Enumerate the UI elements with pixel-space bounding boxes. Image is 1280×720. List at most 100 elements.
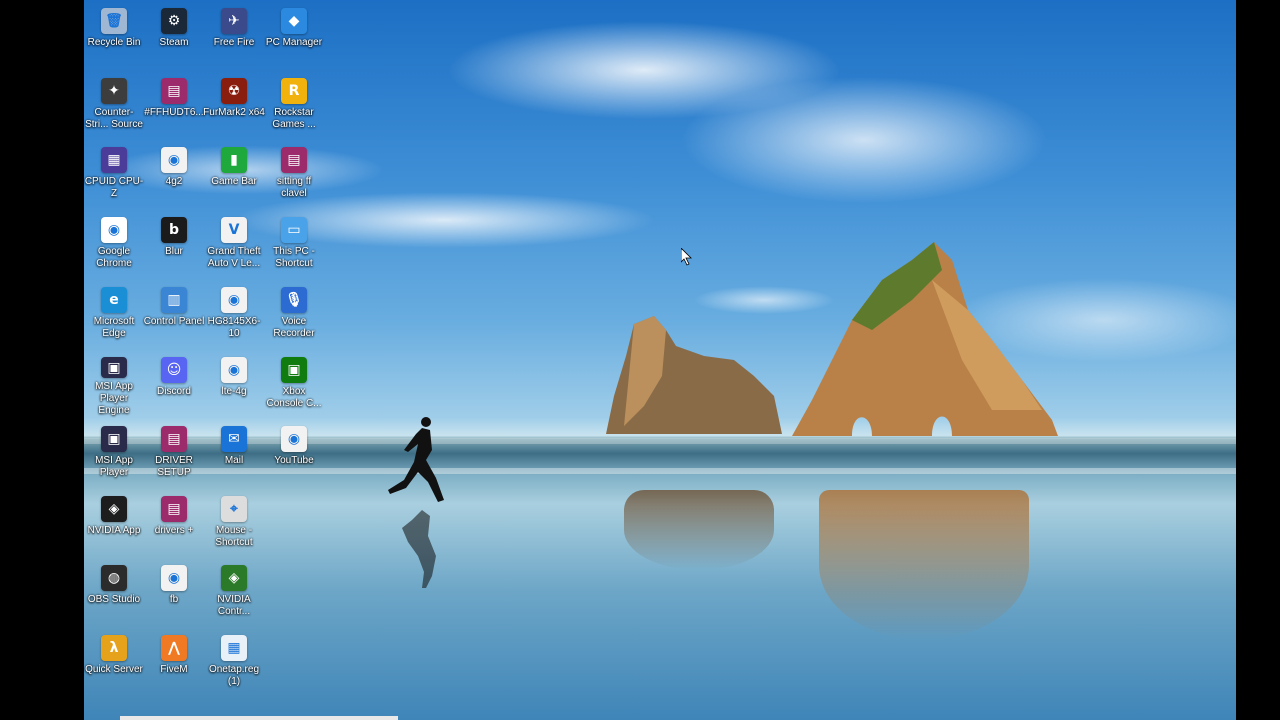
game-bar-icon: ▮ (221, 147, 247, 173)
desktop-icon[interactable]: e Microsoft Edge (83, 281, 145, 347)
desktop-icon-label: fb (169, 594, 179, 605)
desktop-icon[interactable]: ▦ CPUID CPU-Z (83, 141, 145, 207)
steam-icon: ⚙ (161, 8, 187, 34)
desktop-icon[interactable]: ▤ #FFHUDT6... (143, 72, 205, 138)
desktop-icon-label: Discord (157, 386, 191, 397)
nvidia-control-icon: ◈ (221, 565, 247, 591)
xbox-icon: ▣ (281, 357, 307, 383)
desktop-icon[interactable]: ◈ NVIDIA App (83, 490, 145, 556)
desktop-icon[interactable]: ▣ MSI App Player Engine (83, 351, 145, 417)
desktop-icon-label: Game Bar (211, 176, 257, 187)
fivem-icon: ⋀ (161, 635, 187, 661)
this-pc-icon: ▭ (281, 217, 307, 243)
desktop-icon[interactable]: ◉ Google Chrome (83, 211, 145, 277)
wallpaper-runner (388, 417, 444, 588)
mouse-cursor-icon (681, 248, 692, 266)
desktop-icon[interactable]: ▦ Onetap.reg (1) (203, 629, 265, 695)
desktop-icon[interactable]: ◉ lte-4g (203, 351, 265, 417)
desktop-icon[interactable]: ◉ YouTube (263, 420, 325, 486)
desktop-icon[interactable]: ☺ Discord (143, 351, 205, 417)
desktop-icon[interactable]: ⌖ Mouse - Shortcut (203, 490, 265, 556)
mouse-icon: ⌖ (221, 496, 247, 522)
desktop-icon[interactable]: ✉ Mail (203, 420, 265, 486)
taskbar-edge (120, 716, 398, 720)
desktop-icon[interactable]: R Rockstar Games ... (263, 72, 325, 138)
desktop-icon-label: Steam (159, 37, 189, 48)
desktop-icon[interactable]: 🗑 Recycle Bin (83, 2, 145, 68)
desktop-icon[interactable]: ☢ FurMark2 x64 (203, 72, 265, 138)
desktop-icon-label: This PC - Shortcut (273, 246, 315, 269)
desktop-icon-label: DRIVER SETUP (155, 455, 193, 478)
desktop-icon[interactable]: ▥ Control Panel (143, 281, 205, 347)
desktop-icon[interactable]: 🎙 Voice Recorder (263, 281, 325, 347)
desktop-icon-label: Onetap.reg (1) (208, 664, 260, 687)
desktop-icon-label: FurMark2 x64 (203, 107, 265, 118)
winrar-icon: ▤ (161, 78, 187, 104)
desktop-icon[interactable]: V Grand Theft Auto V Le... (203, 211, 265, 277)
desktop-icon-label: FiveM (160, 664, 188, 675)
desktop-icon[interactable]: ◉ 4g2 (143, 141, 205, 207)
desktop-icon-label: Blur (165, 246, 183, 257)
desktop-icon-label: MSI App Player (95, 455, 133, 478)
desktop-icon-label: Rockstar Games ... (272, 107, 316, 130)
desktop-icon-label: NVIDIA Contr... (217, 594, 251, 617)
desktop-icon[interactable]: ⋀ FiveM (143, 629, 205, 695)
cpuz-icon: ▦ (101, 147, 127, 173)
desktop-icon-label: Voice Recorder (273, 316, 315, 339)
desktop-icon-label: CPUID CPU-Z (84, 176, 144, 199)
desktop-icon-label: Recycle Bin (87, 37, 141, 48)
desktop-icon-label: Control Panel (143, 316, 205, 327)
desktop-icon[interactable]: ▤ drivers + (143, 490, 205, 556)
blur-icon: b (161, 217, 187, 243)
desktop-icon[interactable]: ▤ sitting ff clavel (263, 141, 325, 207)
desktop-icon[interactable]: ◍ OBS Studio (83, 559, 145, 625)
desktop-icon[interactable]: λ Quick Server (83, 629, 145, 695)
winrar-icon: ▤ (281, 147, 307, 173)
obs-icon: ◍ (101, 565, 127, 591)
wallpaper-reflection-left (624, 490, 774, 570)
chrome-file-icon: ◉ (221, 287, 247, 313)
free-fire-icon: ✈ (221, 8, 247, 34)
desktop-icon-label: 4g2 (165, 176, 183, 187)
desktop-icon[interactable]: ▣ Xbox Console C... (263, 351, 325, 417)
desktop-icon-label: Xbox Console C... (266, 386, 322, 409)
mail-icon: ✉ (221, 426, 247, 452)
desktop-icon[interactable]: b Blur (143, 211, 205, 277)
wallpaper-reflection-right (819, 490, 1029, 640)
chrome-file-icon: ◉ (161, 147, 187, 173)
control-panel-icon: ▥ (161, 287, 187, 313)
desktop-icon[interactable]: ✈ Free Fire (203, 2, 265, 68)
winrar-icon: ▤ (161, 426, 187, 452)
desktop-icon[interactable]: ◉ HG8145X6-10 (203, 281, 265, 347)
gta-icon: V (221, 217, 247, 243)
desktop-icon-label: NVIDIA App (87, 525, 141, 536)
desktop-icon-label: drivers + (154, 525, 194, 536)
rockstar-icon: R (281, 78, 307, 104)
desktop-icon-label: Counter-Stri... Source (85, 107, 143, 130)
chrome-file-icon: ◉ (221, 357, 247, 383)
desktop-icon-label: YouTube (274, 455, 314, 466)
desktop-icon[interactable]: ◆ PC Manager (263, 2, 325, 68)
half-life-icon: λ (101, 635, 127, 661)
discord-icon: ☺ (161, 357, 187, 383)
wallpaper-rock-right (792, 242, 1058, 436)
desktop-icon[interactable]: ▣ MSI App Player (83, 420, 145, 486)
chrome-file-icon: ◉ (281, 426, 307, 452)
pc-manager-icon: ◆ (281, 8, 307, 34)
desktop-icon[interactable]: ✦ Counter-Stri... Source (83, 72, 145, 138)
desktop-icon[interactable]: ◈ NVIDIA Contr... (203, 559, 265, 625)
msi-app-player-icon: ▣ (101, 357, 127, 378)
voice-recorder-icon: 🎙 (281, 287, 307, 313)
chrome-icon: ◉ (101, 217, 127, 243)
desktop-icon[interactable]: ▮ Game Bar (203, 141, 265, 207)
desktop-icon-label: sitting ff clavel (276, 176, 312, 199)
registry-file-icon: ▦ (221, 635, 247, 661)
desktop-icon[interactable]: ▤ DRIVER SETUP (143, 420, 205, 486)
desktop-icon[interactable]: ⚙ Steam (143, 2, 205, 68)
desktop-icon-label: HG8145X6-10 (207, 316, 261, 339)
recycle-bin-icon: 🗑 (101, 8, 127, 34)
desktop-icon-label: OBS Studio (87, 594, 141, 605)
edge-icon: e (101, 287, 127, 313)
desktop-icon[interactable]: ◉ fb (143, 559, 205, 625)
desktop-icon[interactable]: ▭ This PC - Shortcut (263, 211, 325, 277)
